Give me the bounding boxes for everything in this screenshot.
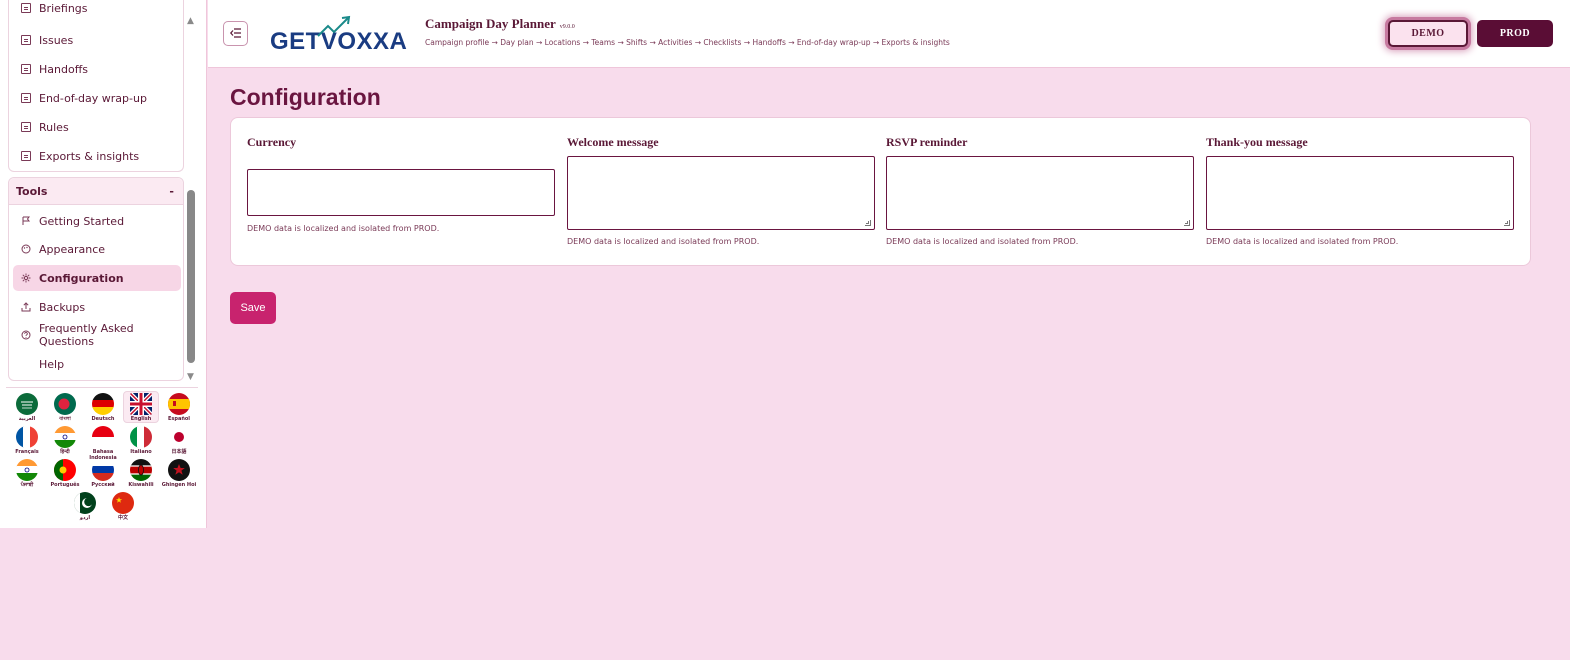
thank-you-message-hint: DEMO data is localized and isolated from…: [1206, 237, 1399, 246]
rsvp-reminder-textarea[interactable]: [886, 156, 1194, 230]
resize-grip-icon[interactable]: [1184, 220, 1190, 226]
language-chinese[interactable]: 中文: [105, 492, 141, 521]
china-flag-icon: [112, 492, 134, 514]
upload-icon: [21, 302, 31, 312]
app-title: Campaign Day Planner v9.0.0: [425, 16, 575, 31]
saudi-flag-icon: [16, 393, 38, 415]
collapse-menu-icon: [229, 27, 242, 41]
document-icon: [21, 64, 31, 74]
language-french[interactable]: Français: [9, 426, 45, 455]
document-icon: [21, 93, 31, 103]
uk-flag-icon: [130, 393, 152, 415]
collapse-sidebar-button[interactable]: [223, 21, 248, 46]
sidebar-item-briefings[interactable]: Briefings: [13, 0, 181, 18]
document-icon: [21, 3, 31, 13]
sidebar-item-backups[interactable]: Backups: [13, 294, 181, 320]
language-indonesian[interactable]: Bahasa Indonesia: [85, 426, 121, 461]
sidebar-item-exports-insights[interactable]: Exports & insights: [13, 143, 181, 169]
welcome-message-label: Welcome message: [567, 135, 659, 149]
star-flag-icon: [168, 459, 190, 481]
document-icon: [21, 151, 31, 161]
bangladesh-flag-icon: [54, 393, 76, 415]
flag-icon: [21, 216, 31, 226]
logo: GETVOXXA: [270, 14, 410, 55]
language-spanish[interactable]: Español: [161, 393, 197, 422]
sidebar-item-handoffs[interactable]: Handoffs: [13, 56, 181, 82]
language-urdu[interactable]: اردو: [67, 492, 103, 521]
indonesia-flag-icon: [92, 426, 114, 448]
sidebar-item-getting-started[interactable]: Getting Started: [13, 208, 181, 234]
page-title: Configuration: [230, 84, 381, 110]
welcome-message-textarea[interactable]: [567, 156, 875, 230]
scroll-thumb[interactable]: [187, 190, 195, 363]
demo-env-button[interactable]: DEMO: [1388, 20, 1468, 47]
language-bengali[interactable]: বাংলা: [47, 393, 83, 422]
sidebar-item-issues[interactable]: Issues: [13, 27, 181, 53]
tools-nav: Tools - Getting Started Appearance Confi…: [8, 177, 184, 381]
document-icon: [21, 35, 31, 45]
japan-flag-icon: [168, 426, 190, 448]
language-japanese[interactable]: 日本語: [161, 426, 197, 455]
language-swahili[interactable]: Kiswahili: [123, 459, 159, 488]
sidebar-item-help[interactable]: Help: [13, 351, 181, 377]
india-flag-icon: [16, 459, 38, 481]
sidebar-item-faq[interactable]: Frequently Asked Questions: [13, 322, 181, 348]
app-version: v9.0.0: [559, 24, 575, 30]
sidebar-item-appearance[interactable]: Appearance: [13, 236, 181, 262]
palette-icon: [21, 244, 31, 254]
content-nav: Briefings Issues Handoffs End-of-day wra…: [8, 0, 184, 172]
breadcrumb: Campaign profile → Day plan → Locations …: [425, 38, 950, 47]
sidebar-item-configuration[interactable]: Configuration: [13, 265, 181, 291]
rsvp-reminder-label: RSVP reminder: [886, 135, 968, 149]
app-header: GETVOXXA Campaign Day Planner v9.0.0 Camp…: [208, 0, 1570, 68]
save-button[interactable]: Save: [230, 292, 276, 324]
language-hindi[interactable]: हिन्दी: [47, 426, 83, 455]
sidebar: Briefings Issues Handoffs End-of-day wra…: [0, 0, 207, 528]
divider: [6, 387, 198, 388]
language-ghingen-hoi[interactable]: Ghingen Hoi: [161, 459, 197, 488]
russia-flag-icon: [92, 459, 114, 481]
scroll-down-arrow-icon[interactable]: ▼: [187, 372, 194, 382]
kenya-flag-icon: [130, 459, 152, 481]
logo-arrow-icon: [317, 15, 351, 37]
france-flag-icon: [16, 426, 38, 448]
language-german[interactable]: Deutsch: [85, 393, 121, 422]
currency-input[interactable]: [247, 169, 555, 216]
gear-icon: [21, 273, 31, 283]
india-flag-icon: [54, 426, 76, 448]
spain-flag-icon: [168, 393, 190, 415]
language-portuguese[interactable]: Português: [47, 459, 83, 488]
language-italian[interactable]: Italiano: [123, 426, 159, 455]
thank-you-message-textarea[interactable]: [1206, 156, 1514, 230]
tools-section-header[interactable]: Tools -: [9, 178, 183, 205]
resize-grip-icon[interactable]: [865, 220, 871, 226]
thank-you-message-label: Thank-you message: [1206, 135, 1308, 149]
scroll-up-arrow-icon[interactable]: ▲: [187, 16, 194, 26]
sidebar-scrollbar[interactable]: ▲ ▼: [186, 14, 196, 382]
currency-label: Currency: [247, 135, 297, 149]
collapse-toggle[interactable]: -: [169, 185, 174, 198]
language-punjabi[interactable]: ਪੰਜਾਬੀ: [9, 459, 45, 488]
resize-grip-icon[interactable]: [1504, 220, 1510, 226]
currency-hint: DEMO data is localized and isolated from…: [247, 224, 440, 233]
document-icon: [21, 122, 31, 132]
sidebar-item-rules[interactable]: Rules: [13, 114, 181, 140]
prod-env-button[interactable]: PROD: [1477, 20, 1553, 47]
welcome-message-hint: DEMO data is localized and isolated from…: [567, 237, 760, 246]
language-english[interactable]: English: [123, 391, 159, 423]
rsvp-reminder-hint: DEMO data is localized and isolated from…: [886, 237, 1079, 246]
sidebar-item-end-of-day-wrap-up[interactable]: End-of-day wrap-up: [13, 85, 181, 111]
configuration-card: Currency DEMO data is localized and isol…: [230, 117, 1531, 266]
italy-flag-icon: [130, 426, 152, 448]
language-arabic[interactable]: العربية: [9, 393, 45, 422]
portugal-flag-icon: [54, 459, 76, 481]
language-russian[interactable]: Русский: [85, 459, 121, 488]
germany-flag-icon: [92, 393, 114, 415]
pakistan-flag-icon: [74, 492, 96, 514]
help-icon: [21, 330, 31, 340]
